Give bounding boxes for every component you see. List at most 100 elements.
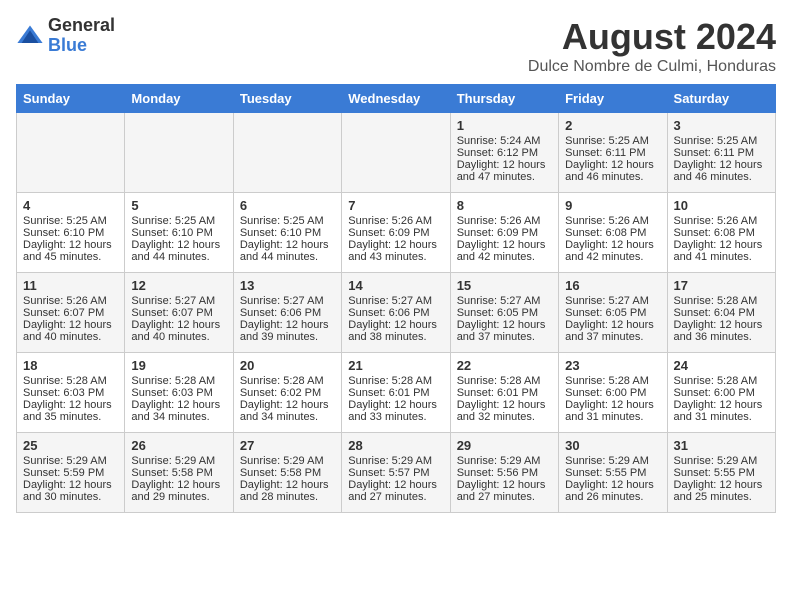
day-info: and 39 minutes. — [240, 331, 335, 343]
day-info: Daylight: 12 hours — [457, 159, 552, 171]
day-info: Daylight: 12 hours — [131, 239, 226, 251]
day-info: Sunset: 5:59 PM — [23, 467, 118, 479]
day-info: and 37 minutes. — [565, 331, 660, 343]
day-info: Sunrise: 5:29 AM — [131, 455, 226, 467]
day-number: 16 — [565, 278, 660, 293]
day-info: Sunrise: 5:28 AM — [674, 295, 769, 307]
main-title: August 2024 — [528, 16, 776, 58]
calendar-cell: 27Sunrise: 5:29 AMSunset: 5:58 PMDayligh… — [233, 433, 341, 513]
day-info: and 34 minutes. — [240, 411, 335, 423]
day-info: Daylight: 12 hours — [131, 399, 226, 411]
day-info: Sunrise: 5:28 AM — [565, 375, 660, 387]
day-info: Daylight: 12 hours — [240, 239, 335, 251]
day-info: Sunrise: 5:26 AM — [565, 215, 660, 227]
day-info: Sunset: 6:10 PM — [23, 227, 118, 239]
day-info: Sunrise: 5:27 AM — [457, 295, 552, 307]
header-cell-tuesday: Tuesday — [233, 85, 341, 113]
day-info: Daylight: 12 hours — [565, 319, 660, 331]
calendar-cell: 18Sunrise: 5:28 AMSunset: 6:03 PMDayligh… — [17, 353, 125, 433]
day-info: Daylight: 12 hours — [131, 479, 226, 491]
day-number: 19 — [131, 358, 226, 373]
day-info: Sunset: 6:01 PM — [348, 387, 443, 399]
calendar-cell: 20 Sunrise: 5:28 AMSunset: 6:02 PMDayligh… — [233, 353, 341, 433]
calendar-cell: 5Sunrise: 5:25 AMSunset: 6:10 PMDaylight… — [125, 193, 233, 273]
calendar-cell: 9Sunrise: 5:26 AMSunset: 6:08 PMDaylight… — [559, 193, 667, 273]
day-info: Sunrise: 5:28 AM — [674, 375, 769, 387]
day-number: 27 — [240, 438, 335, 453]
day-info: Sunset: 5:58 PM — [240, 467, 335, 479]
day-info: Sunset: 6:08 PM — [565, 227, 660, 239]
day-info: Sunrise: 5:26 AM — [23, 295, 118, 307]
header-cell-friday: Friday — [559, 85, 667, 113]
day-info: Sunrise: 5:25 AM — [240, 215, 335, 227]
day-info: Sunrise: 5:29 AM — [348, 455, 443, 467]
day-info: Sunset: 6:06 PM — [240, 307, 335, 319]
day-info: Sunset: 5:57 PM — [348, 467, 443, 479]
day-info: Sunrise: 5:28 AM — [23, 375, 118, 387]
day-number: 18 — [23, 358, 118, 373]
day-number: 1 — [457, 118, 552, 133]
day-info: Sunset: 6:11 PM — [565, 147, 660, 159]
day-number: 8 — [457, 198, 552, 213]
day-info: Sunrise: 5:29 AM — [23, 455, 118, 467]
day-info: and 34 minutes. — [131, 411, 226, 423]
day-info: Sunset: 6:04 PM — [674, 307, 769, 319]
day-info: Daylight: 12 hours — [348, 399, 443, 411]
day-info: and 38 minutes. — [348, 331, 443, 343]
calendar-cell: 14Sunrise: 5:27 AMSunset: 6:06 PMDayligh… — [342, 273, 450, 353]
day-info: and 43 minutes. — [348, 251, 443, 263]
day-info: and 25 minutes. — [674, 491, 769, 503]
day-info: Daylight: 12 hours — [674, 319, 769, 331]
day-number: 25 — [23, 438, 118, 453]
header-cell-saturday: Saturday — [667, 85, 775, 113]
day-info: Sunset: 6:00 PM — [674, 387, 769, 399]
day-info: Daylight: 12 hours — [348, 239, 443, 251]
day-info: Daylight: 12 hours — [457, 319, 552, 331]
day-info: Sunrise: 5:28 AM — [240, 375, 335, 387]
day-info: Daylight: 12 hours — [457, 399, 552, 411]
calendar-header: SundayMondayTuesdayWednesdayThursdayFrid… — [17, 85, 776, 113]
day-info: Daylight: 12 hours — [674, 479, 769, 491]
day-info: and 26 minutes. — [565, 491, 660, 503]
day-info: Sunset: 6:10 PM — [240, 227, 335, 239]
day-info: Daylight: 12 hours — [565, 479, 660, 491]
calendar-table: SundayMondayTuesdayWednesdayThursdayFrid… — [16, 84, 776, 513]
day-info: Sunrise: 5:25 AM — [565, 135, 660, 147]
day-info: Sunset: 6:09 PM — [457, 227, 552, 239]
day-number: 28 — [348, 438, 443, 453]
logo-blue-text: Blue — [48, 36, 115, 56]
calendar-cell: 6Sunrise: 5:25 AMSunset: 6:10 PMDaylight… — [233, 193, 341, 273]
page-header: General Blue August 2024 Dulce Nombre de… — [16, 16, 776, 76]
day-number: 22 — [457, 358, 552, 373]
day-info: Sunset: 6:02 PM — [240, 387, 335, 399]
day-info: Sunrise: 5:29 AM — [674, 455, 769, 467]
day-info: and 32 minutes. — [457, 411, 552, 423]
calendar-cell: 22Sunrise: 5:28 AMSunset: 6:01 PMDayligh… — [450, 353, 558, 433]
day-info: Daylight: 12 hours — [457, 239, 552, 251]
day-info: and 28 minutes. — [240, 491, 335, 503]
calendar-cell: 21Sunrise: 5:28 AMSunset: 6:01 PMDayligh… — [342, 353, 450, 433]
day-info: Daylight: 12 hours — [23, 479, 118, 491]
day-info: and 40 minutes. — [131, 331, 226, 343]
day-number: 26 — [131, 438, 226, 453]
day-info: Sunset: 6:11 PM — [674, 147, 769, 159]
calendar-cell: 29Sunrise: 5:29 AMSunset: 5:56 PMDayligh… — [450, 433, 558, 513]
day-info: Sunrise: 5:26 AM — [457, 215, 552, 227]
calendar-cell: 1Sunrise: 5:24 AMSunset: 6:12 PMDaylight… — [450, 113, 558, 193]
day-info: and 44 minutes. — [240, 251, 335, 263]
day-number: 12 — [131, 278, 226, 293]
calendar-cell: 2Sunrise: 5:25 AMSunset: 6:11 PMDaylight… — [559, 113, 667, 193]
calendar-cell: 7Sunrise: 5:26 AMSunset: 6:09 PMDaylight… — [342, 193, 450, 273]
day-info: Sunset: 6:10 PM — [131, 227, 226, 239]
day-number: 2 — [565, 118, 660, 133]
day-info: Sunset: 6:00 PM — [565, 387, 660, 399]
day-info: and 42 minutes. — [565, 251, 660, 263]
day-number: 3 — [674, 118, 769, 133]
week-row-4: 18Sunrise: 5:28 AMSunset: 6:03 PMDayligh… — [17, 353, 776, 433]
day-info: Sunrise: 5:25 AM — [674, 135, 769, 147]
day-info: Daylight: 12 hours — [240, 399, 335, 411]
day-number: 20 — [240, 358, 335, 373]
calendar-cell: 25 Sunrise: 5:29 AMSunset: 5:59 PMDayligh… — [17, 433, 125, 513]
day-number: 14 — [348, 278, 443, 293]
calendar-cell: 31Sunrise: 5:29 AMSunset: 5:55 PMDayligh… — [667, 433, 775, 513]
